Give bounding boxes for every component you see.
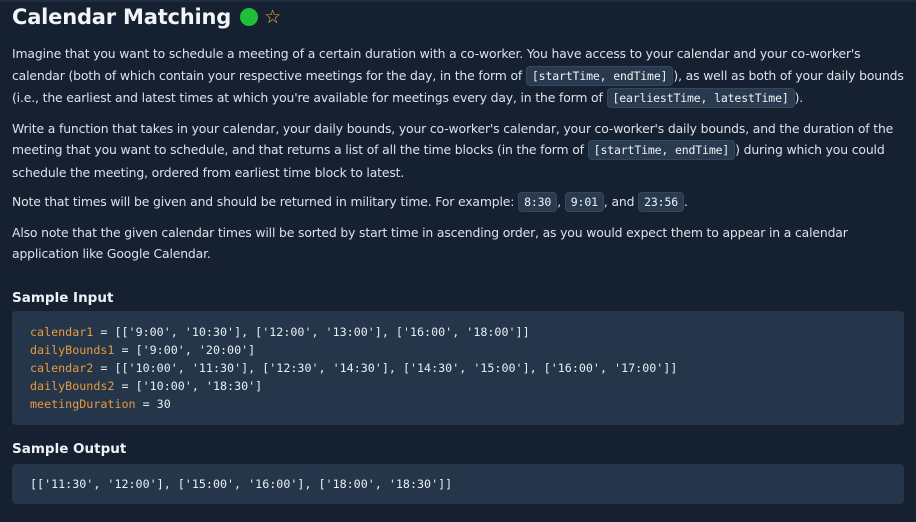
problem-title: Calendar Matching [12,5,232,29]
problem-page: Calendar Matching ☆ Imagine that you wan… [0,0,916,522]
completed-status-icon [240,8,259,26]
variable-name: dailyBounds2 [30,378,115,393]
code-value: = [['9:00', '10:30'], ['12:00', '13:00']… [93,324,530,339]
sample-input-code: calendar1 = [['9:00', '10:30'], ['12:00'… [12,310,904,425]
description-text: Note that times will be given and should… [12,194,519,209]
code-line: dailyBounds1 = ['9:00', '20:00'] [30,341,886,359]
inline-code: 9:01 [564,192,604,212]
code-value: = [['10:00', '11:30'], ['12:30', '14:30'… [93,360,678,375]
variable-name: calendar2 [30,360,94,375]
code-value: = 30 [135,396,171,411]
sample-input-heading: Sample Input [12,289,114,306]
star-icon[interactable]: ☆ [264,7,281,27]
top-border [0,0,916,2]
code-line: meetingDuration = 30 [30,395,886,413]
inline-code: 23:56 [638,192,684,212]
inline-code: 8:30 [518,192,558,212]
description-text: , [557,194,565,209]
sample-output-heading: Sample Output [12,440,127,457]
description-paragraph-4: Also note that the given calendar times … [12,224,848,262]
variable-name: dailyBounds1 [30,342,115,357]
description-paragraph-2: Write a function that takes in your cale… [12,118,904,184]
inline-code: [startTime, endTime] [525,65,674,86]
inline-code: [startTime, endTime] [587,140,736,160]
code-value: = ['10:00', '18:30'] [114,378,263,393]
output-value: [['11:30', '12:00'], ['15:00', '16:00'],… [30,476,453,491]
variable-name: calendar1 [30,324,94,339]
variable-name: meetingDuration [30,396,136,411]
title-row: Calendar Matching ☆ [12,0,904,34]
description-text: , and [603,194,639,209]
code-line: dailyBounds2 = ['10:00', '18:30'] [30,377,886,395]
sample-output-code: [['11:30', '12:00'], ['15:00', '16:00'],… [12,463,904,504]
code-line: calendar2 = [['10:00', '11:30'], ['12:30… [30,359,886,377]
inline-code: [earliestTime, latestTime] [606,88,795,108]
description-text: ). [794,90,804,105]
description-paragraph-3: Note that times will be given and should… [12,191,904,214]
description-paragraph-1: Imagine that you want to schedule a meet… [12,43,904,110]
description-text: . [684,194,688,209]
code-line: calendar1 = [['9:00', '10:30'], ['12:00'… [30,323,886,341]
code-value: = ['9:00', '20:00'] [114,342,256,357]
